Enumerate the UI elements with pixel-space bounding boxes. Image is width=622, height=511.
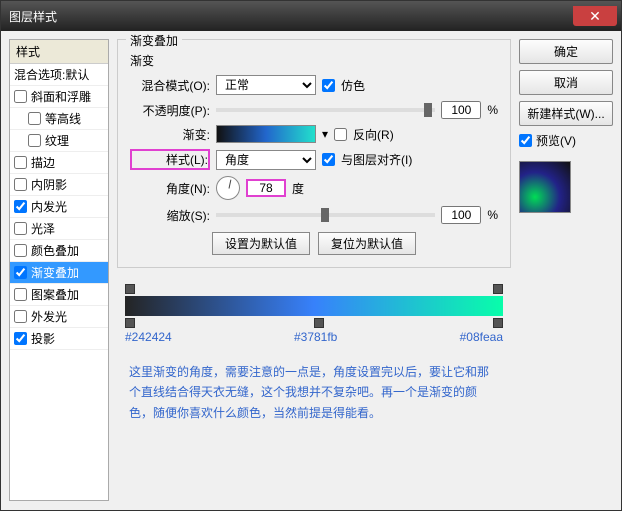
style-item-checkbox[interactable] xyxy=(28,112,41,125)
style-select[interactable]: 角度 xyxy=(216,150,316,170)
reverse-checkbox[interactable] xyxy=(334,128,347,141)
style-item-label: 投影 xyxy=(31,330,55,347)
style-item[interactable]: 投影 xyxy=(10,328,108,350)
group-title: 渐变叠加 xyxy=(126,32,182,49)
chevron-down-icon[interactable]: ▾ xyxy=(322,127,328,141)
blendmode-select[interactable]: 正常 xyxy=(216,75,316,95)
styles-header: 样式 xyxy=(10,40,108,64)
opacity-label: 不透明度(P): xyxy=(130,102,210,119)
style-item-label: 内发光 xyxy=(31,198,67,215)
cancel-button[interactable]: 取消 xyxy=(519,70,613,95)
gradient-picker[interactable] xyxy=(216,125,316,143)
angle-input[interactable] xyxy=(246,179,286,197)
blendmode-label: 混合模式(O): xyxy=(130,77,210,94)
style-item[interactable]: 斜面和浮雕 xyxy=(10,86,108,108)
pct-label: % xyxy=(487,208,498,222)
style-item[interactable]: 颜色叠加 xyxy=(10,240,108,262)
style-item[interactable]: 纹理 xyxy=(10,130,108,152)
styles-list: 样式 混合选项:默认 斜面和浮雕等高线纹理描边内阴影内发光光泽颜色叠加渐变叠加图… xyxy=(9,39,109,501)
dither-checkbox[interactable] xyxy=(322,79,335,92)
style-item[interactable]: 等高线 xyxy=(10,108,108,130)
style-item[interactable]: 内阴影 xyxy=(10,174,108,196)
style-item-label: 描边 xyxy=(31,154,55,171)
style-item-label: 外发光 xyxy=(31,308,67,325)
scale-input[interactable] xyxy=(441,206,481,224)
align-checkbox[interactable] xyxy=(322,153,335,166)
style-item-label: 渐变叠加 xyxy=(31,264,79,281)
preview-label: 预览(V) xyxy=(536,132,576,149)
color-stop-3: #08feaa xyxy=(460,330,503,344)
style-item[interactable]: 光泽 xyxy=(10,218,108,240)
tutorial-note: 这里渐变的角度，需要注意的一点是，角度设置完以后，要让它和那个直线结合得天衣无缝… xyxy=(125,362,503,423)
style-label: 样式(L): xyxy=(130,149,210,170)
scale-slider[interactable] xyxy=(216,213,435,217)
preview-checkbox[interactable] xyxy=(519,134,532,147)
style-item-label: 内阴影 xyxy=(31,176,67,193)
style-item-checkbox[interactable] xyxy=(14,266,27,279)
close-icon[interactable]: ✕ xyxy=(573,6,617,26)
reset-default-button[interactable]: 复位为默认值 xyxy=(318,232,416,255)
style-item-checkbox[interactable] xyxy=(14,310,27,323)
style-item-label: 图案叠加 xyxy=(31,286,79,303)
opacity-slider[interactable] xyxy=(216,108,435,112)
style-item[interactable]: 描边 xyxy=(10,152,108,174)
gradient-editor[interactable] xyxy=(125,296,503,316)
scale-label: 缩放(S): xyxy=(130,207,210,224)
pct-label: % xyxy=(487,103,498,117)
style-item-label: 纹理 xyxy=(45,132,69,149)
color-stop-2: #3781fb xyxy=(294,330,337,344)
style-item-label: 光泽 xyxy=(31,220,55,237)
opacity-input[interactable] xyxy=(441,101,481,119)
blend-options-row[interactable]: 混合选项:默认 xyxy=(10,64,108,86)
style-item-checkbox[interactable] xyxy=(14,332,27,345)
style-item-label: 颜色叠加 xyxy=(31,242,79,259)
gradient-label: 渐变: xyxy=(130,126,210,143)
style-item-label: 斜面和浮雕 xyxy=(31,88,91,105)
angle-wheel[interactable] xyxy=(216,176,240,200)
style-item-checkbox[interactable] xyxy=(14,244,27,257)
sub-title: 渐变 xyxy=(130,52,498,69)
angle-label: 角度(N): xyxy=(130,180,210,197)
style-item[interactable]: 渐变叠加 xyxy=(10,262,108,284)
set-default-button[interactable]: 设置为默认值 xyxy=(212,232,310,255)
style-item-checkbox[interactable] xyxy=(14,200,27,213)
style-item-label: 等高线 xyxy=(45,110,81,127)
preview-swatch xyxy=(519,161,571,213)
style-item-checkbox[interactable] xyxy=(28,134,41,147)
style-item[interactable]: 内发光 xyxy=(10,196,108,218)
style-item[interactable]: 图案叠加 xyxy=(10,284,108,306)
degree-label: 度 xyxy=(292,180,304,197)
align-label: 与图层对齐(I) xyxy=(341,151,412,168)
style-item[interactable]: 外发光 xyxy=(10,306,108,328)
new-style-button[interactable]: 新建样式(W)... xyxy=(519,101,613,126)
style-item-checkbox[interactable] xyxy=(14,178,27,191)
style-item-checkbox[interactable] xyxy=(14,90,27,103)
ok-button[interactable]: 确定 xyxy=(519,39,613,64)
color-stop-1: #242424 xyxy=(125,330,172,344)
reverse-label: 反向(R) xyxy=(353,126,394,143)
window-title: 图层样式 xyxy=(9,8,57,25)
style-item-checkbox[interactable] xyxy=(14,222,27,235)
style-item-checkbox[interactable] xyxy=(14,156,27,169)
style-item-checkbox[interactable] xyxy=(14,288,27,301)
dither-label: 仿色 xyxy=(341,77,365,94)
